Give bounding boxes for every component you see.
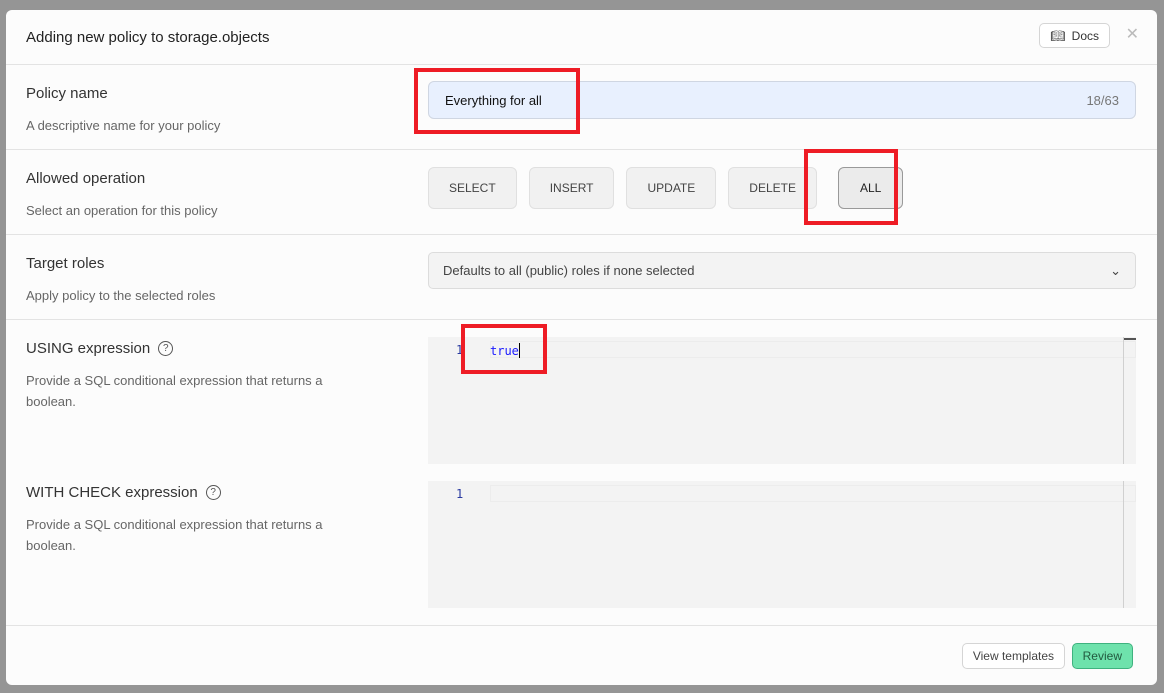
- chevron-down-icon: ⌄: [1110, 262, 1121, 278]
- check-editor[interactable]: 1: [428, 481, 1136, 608]
- docs-button[interactable]: 📖︎ Docs: [1039, 23, 1110, 48]
- using-label: USING expression: [26, 340, 151, 357]
- check-description: Provide a SQL conditional expression tha…: [26, 517, 323, 553]
- operation-row: Allowed operation Select an operation fo…: [6, 150, 1157, 235]
- operation-label: Allowed operation: [26, 170, 146, 187]
- operation-description: Select an operation for this policy: [26, 203, 218, 218]
- help-icon[interactable]: ?: [205, 485, 221, 500]
- view-templates-button[interactable]: View templates: [961, 643, 1065, 669]
- roles-description: Apply policy to the selected roles: [26, 288, 216, 303]
- policy-modal: Adding new policy to storage.objects 📖︎ …: [6, 10, 1157, 685]
- op-insert-button[interactable]: INSERT: [528, 167, 615, 209]
- docs-label: Docs: [1071, 28, 1099, 43]
- modal-header: Adding new policy to storage.objects 📖︎ …: [6, 10, 1157, 65]
- roles-placeholder: Defaults to all (public) roles if none s…: [443, 263, 695, 278]
- policy-name-label: Policy name: [26, 85, 108, 102]
- policy-name-description: A descriptive name for your policy: [26, 118, 221, 133]
- review-button[interactable]: Review: [1071, 643, 1133, 669]
- roles-label: Target roles: [26, 255, 105, 272]
- scrollbar[interactable]: [1123, 481, 1124, 608]
- line-number: 1: [456, 487, 464, 501]
- modal-footer: View templates Review: [6, 625, 1157, 685]
- roles-row: Target roles Apply policy to the selecte…: [6, 235, 1157, 320]
- using-section: USING expression? Provide a SQL conditio…: [6, 320, 1157, 464]
- op-update-button[interactable]: UPDATE: [626, 167, 717, 209]
- scrollbar[interactable]: [1123, 337, 1124, 464]
- modal-title: Adding new policy to storage.objects: [26, 28, 270, 46]
- roles-select[interactable]: Defaults to all (public) roles if none s…: [428, 252, 1136, 289]
- policy-name-row: Policy name A descriptive name for your …: [6, 65, 1157, 150]
- highlight-box: [414, 68, 580, 134]
- char-counter: 18/63: [1086, 92, 1119, 108]
- check-section: WITH CHECK expression? Provide a SQL con…: [6, 464, 1157, 608]
- highlight-box: [461, 324, 547, 374]
- book-icon: 📖︎: [1050, 28, 1066, 43]
- check-label: WITH CHECK expression: [26, 484, 198, 501]
- close-icon[interactable]: ✕: [1126, 24, 1139, 44]
- using-description: Provide a SQL conditional expression tha…: [26, 373, 323, 409]
- op-select-button[interactable]: SELECT: [428, 167, 517, 209]
- help-icon[interactable]: ?: [158, 341, 174, 356]
- highlight-box: [804, 149, 898, 225]
